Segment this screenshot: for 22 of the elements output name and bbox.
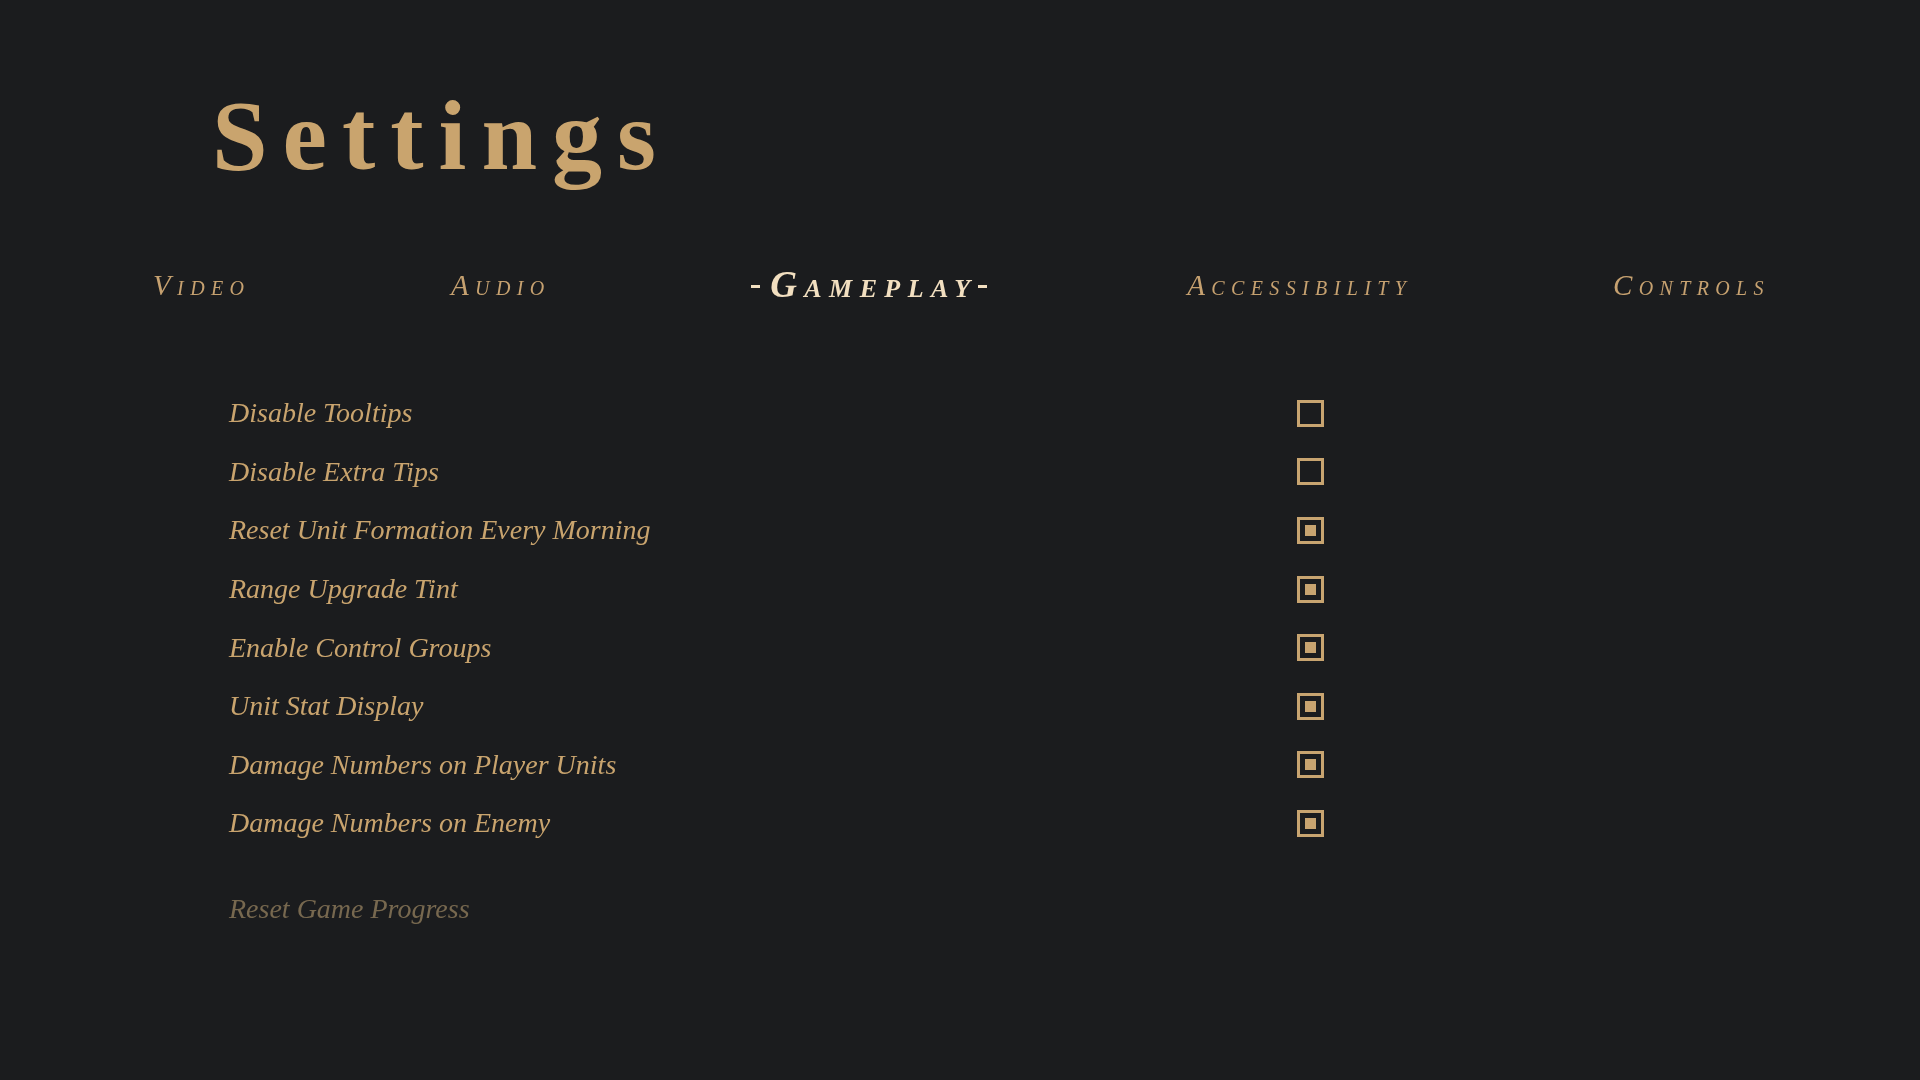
- checkbox[interactable]: [1297, 751, 1324, 779]
- checkbox[interactable]: [1297, 575, 1324, 603]
- option-label: Disable Extra Tips: [229, 454, 439, 489]
- checkbox[interactable]: [1297, 634, 1324, 662]
- tab[interactable]: Controls: [1612, 260, 1770, 310]
- checkbox[interactable]: [1297, 458, 1324, 486]
- tab[interactable]: Accessibility: [1187, 260, 1413, 310]
- option-label: Reset Unit Formation Every Morning: [229, 513, 651, 548]
- checkbox[interactable]: [1297, 517, 1324, 544]
- checkbox[interactable]: [1297, 692, 1324, 720]
- option-label: Damage Numbers on Enemy: [229, 806, 551, 841]
- option-label: Enable Control Groups: [229, 630, 492, 665]
- option-label: Disable Tooltips: [229, 396, 413, 431]
- tab[interactable]: Audio: [451, 260, 551, 310]
- option-label: Damage Numbers on Player Units: [229, 747, 617, 782]
- page-title: Settings: [212, 79, 671, 193]
- option-label: Range Upgrade Tint: [229, 572, 458, 607]
- tab[interactable]: Gameplay: [751, 260, 987, 310]
- option-label: Unit Stat Display: [229, 689, 424, 724]
- checkbox[interactable]: [1297, 809, 1324, 837]
- tab[interactable]: Video: [153, 260, 251, 310]
- checkbox[interactable]: [1297, 399, 1324, 427]
